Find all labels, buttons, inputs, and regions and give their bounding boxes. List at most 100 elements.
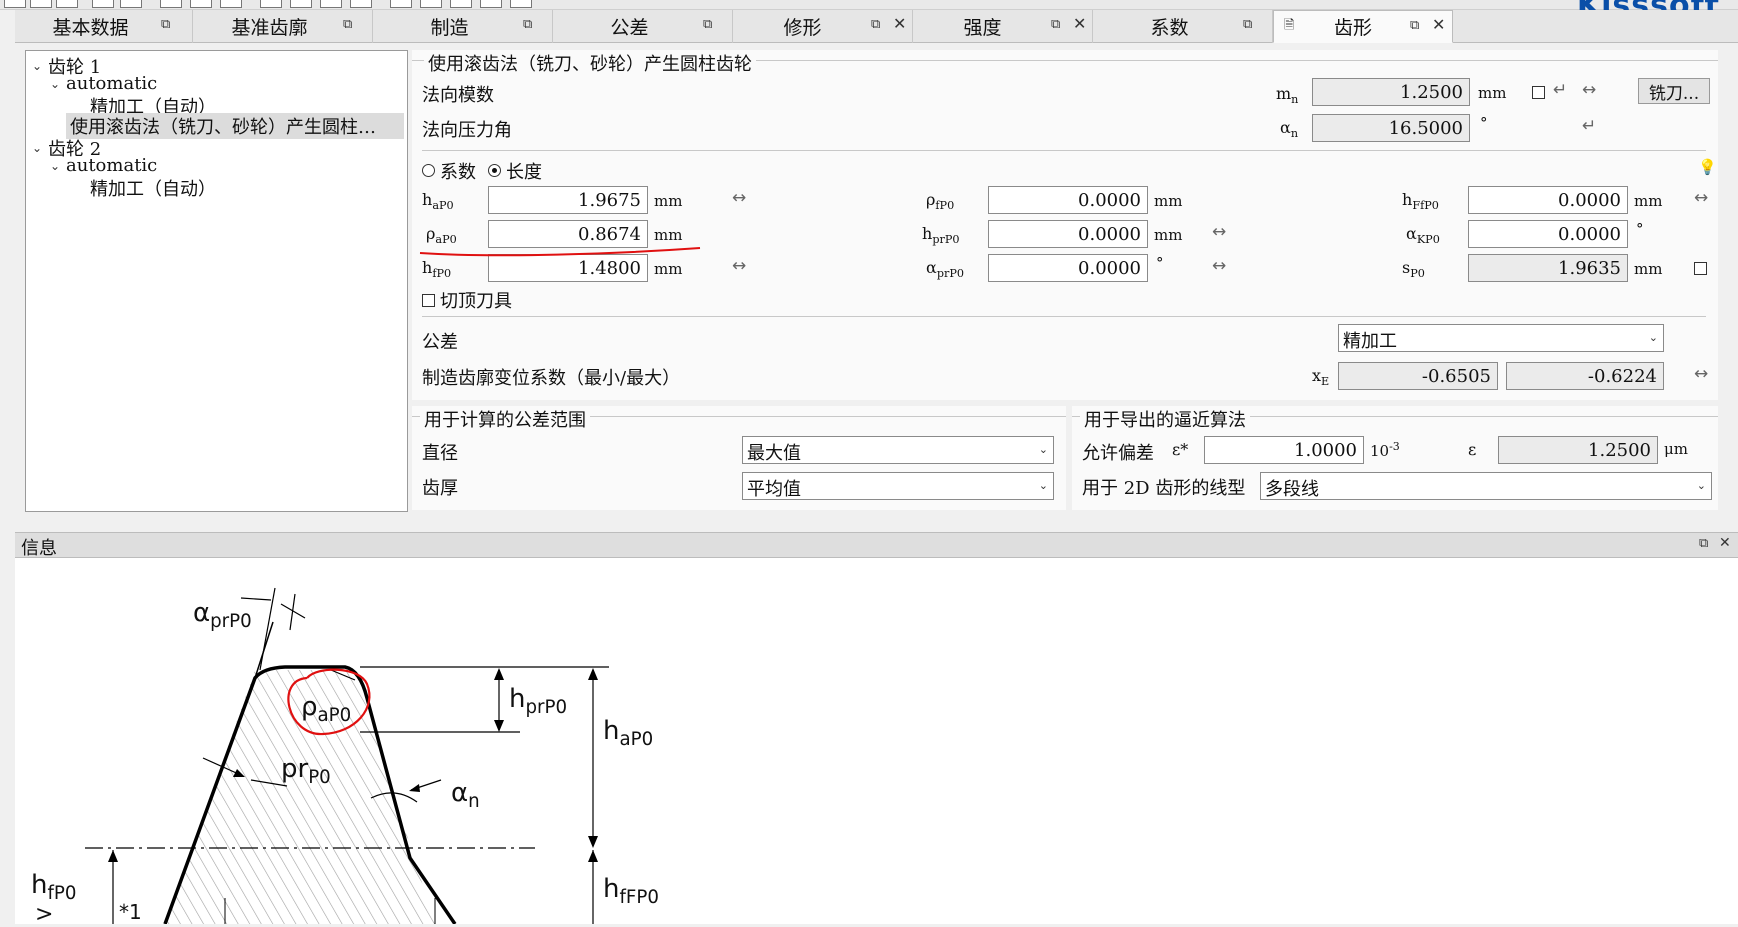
divider <box>422 150 1706 151</box>
toolbar-button-icon[interactable] <box>290 0 312 8</box>
toolbar-button-icon[interactable] <box>190 0 212 8</box>
toolbar-button-icon[interactable] <box>390 0 412 8</box>
tolerance-select[interactable]: 精加工 ⌄ <box>1338 324 1664 352</box>
convert-arrow-icon[interactable]: ↔ <box>1694 188 1708 208</box>
toolbar-button-icon[interactable] <box>92 0 114 8</box>
unit: ° <box>1480 114 1488 132</box>
profile-shift-max-field[interactable]: -0.6224 <box>1506 362 1664 390</box>
hFfP0-field[interactable]: 0.0000 <box>1468 186 1628 214</box>
profile-shift-min-field[interactable]: -0.6505 <box>1338 362 1498 390</box>
float-window-icon[interactable]: ⧉ <box>1051 18 1065 32</box>
toolbar-button-icon[interactable] <box>220 0 242 8</box>
float-window-icon[interactable]: ⧉ <box>1243 18 1257 32</box>
close-icon[interactable]: ✕ <box>1432 17 1446 33</box>
convert-arrow-icon[interactable]: ↔ <box>1694 364 1708 384</box>
tab-manufacturing[interactable]: 制造 ⧉ <box>373 10 553 43</box>
float-window-icon[interactable]: ⧉ <box>161 18 175 32</box>
toolbar-button-icon[interactable] <box>480 0 502 8</box>
convert-arrow-icon[interactable]: ↔ <box>732 256 746 276</box>
tab-label: 强度 <box>963 17 1002 39</box>
rhofP0-field[interactable]: 0.0000 <box>988 186 1148 214</box>
alpha-symbol: αn <box>1280 118 1299 141</box>
toolbar-button-icon[interactable] <box>450 0 472 8</box>
convert-arrow-icon[interactable]: ↔ <box>1582 80 1596 100</box>
info-title: 信息 <box>21 538 57 559</box>
hprP0-field[interactable]: 0.0000 <box>988 220 1148 248</box>
radio-length[interactable] <box>488 164 501 177</box>
close-icon[interactable]: ✕ <box>1073 16 1087 32</box>
module-lock-checkbox[interactable] <box>1532 86 1545 99</box>
tab-tooth-form[interactable]: 🗎 齿形 ⧉ ✕ <box>1273 10 1453 43</box>
toolbar-button-icon[interactable] <box>420 0 442 8</box>
tree-node-automatic[interactable]: ⌄ automatic <box>50 155 157 176</box>
chevron-down-icon[interactable]: ⌄ <box>32 59 48 73</box>
lightbulb-icon[interactable]: 💡 <box>1698 158 1717 176</box>
thickness-select[interactable]: 平均值 ⌄ <box>742 472 1054 500</box>
tree-node-automatic[interactable]: ⌄ automatic <box>50 73 157 94</box>
toolbar-button-icon[interactable] <box>260 0 282 8</box>
toolbar-button-icon[interactable] <box>510 0 532 8</box>
tab-tolerances[interactable]: 公差 ⧉ <box>553 10 733 43</box>
linetype-label: 用于 2D 齿形的线型 <box>1082 478 1246 499</box>
tree-node-finishing[interactable]: 精加工（自动） <box>90 175 216 201</box>
unit: mm <box>1478 84 1507 102</box>
float-window-icon[interactable]: ⧉ <box>1410 19 1424 33</box>
float-window-icon[interactable]: ⧉ <box>871 18 885 32</box>
alphaprP0-field[interactable]: 0.0000 <box>988 254 1148 282</box>
radio-coefficient[interactable] <box>422 164 435 177</box>
tab-basic-data[interactable]: 基本数据 ⧉ <box>15 10 193 43</box>
toolbar-button-icon[interactable] <box>160 0 182 8</box>
tab-modifications[interactable]: 修形 ⧉ ✕ <box>733 10 913 43</box>
pressure-angle-field[interactable]: 16.5000 <box>1312 114 1470 142</box>
info-panel: αprP0 ρaP0 prP0 hprP0 haP0 αn hfP0 > *1 … <box>15 558 1738 927</box>
linetype-select[interactable]: 多段线 ⌄ <box>1260 472 1712 500</box>
sP0-field[interactable]: 1.9635 <box>1468 254 1628 282</box>
radio-coefficient-label: 系数 <box>440 162 476 183</box>
toolbar-button-icon[interactable] <box>30 0 52 8</box>
tab-label: 齿形 <box>1333 17 1372 39</box>
chevron-down-icon[interactable]: ⌄ <box>50 77 66 91</box>
convert-arrow-icon[interactable]: ↔ <box>732 188 746 208</box>
tab-reference-profile[interactable]: 基准齿廓 ⧉ <box>193 10 373 43</box>
chevron-down-icon: ⌄ <box>1038 443 1048 456</box>
toolbar-button-icon[interactable] <box>350 0 372 8</box>
chevron-down-icon[interactable]: ⌄ <box>32 141 48 155</box>
close-icon[interactable]: ✕ <box>1719 535 1731 551</box>
convert-arrow-icon[interactable]: ↔ <box>1212 222 1226 242</box>
toolbar-button-icon[interactable] <box>56 0 78 8</box>
diameter-label: 直径 <box>422 443 458 464</box>
label-alpha-prP0: αprP0 <box>193 598 252 633</box>
diameter-select[interactable]: 最大值 ⌄ <box>742 436 1054 464</box>
label-alpha-n: αn <box>451 778 480 813</box>
alphaKP0-field[interactable]: 0.0000 <box>1468 220 1628 248</box>
close-icon[interactable]: ✕ <box>893 16 907 32</box>
deviation-field[interactable]: 1.0000 <box>1204 436 1364 464</box>
tab-strength[interactable]: 强度 ⧉ ✕ <box>913 10 1093 43</box>
unit: mm <box>654 260 683 278</box>
cutter-button[interactable]: 铣刀... <box>1638 78 1710 104</box>
float-window-icon[interactable]: ⧉ <box>343 18 357 32</box>
chevron-down-icon: ⌄ <box>1696 479 1706 492</box>
tip-relief-checkbox[interactable] <box>422 294 435 307</box>
return-arrow-icon[interactable]: ↵ <box>1553 80 1567 100</box>
float-window-icon[interactable]: ⧉ <box>523 18 537 32</box>
haP0-field[interactable]: 1.9675 <box>488 186 648 214</box>
toolbar-button-icon[interactable] <box>4 0 26 8</box>
toolbar-button-icon[interactable] <box>320 0 342 8</box>
convert-arrow-icon[interactable]: ↔ <box>1212 256 1226 276</box>
sP0-checkbox[interactable] <box>1694 262 1707 275</box>
epsilon-field[interactable]: 1.2500 <box>1498 436 1658 464</box>
tab-label: 基本数据 <box>52 17 129 39</box>
haP0-symbol: haP0 <box>422 190 454 213</box>
tolerance-range-panel: 用于计算的公差范围 直径 最大值 ⌄ 齿厚 平均值 ⌄ <box>412 406 1066 510</box>
float-window-icon[interactable]: ⧉ <box>1699 536 1708 551</box>
return-arrow-icon[interactable]: ↵ <box>1582 116 1596 136</box>
toolbar-button-icon[interactable] <box>120 0 142 8</box>
tree-node-hobbing[interactable]: 使用滚齿法（铣刀、砂轮）产生圆柱… <box>66 113 404 139</box>
label-h-prP0: hprP0 <box>509 684 568 719</box>
normal-module-field[interactable]: 1.2500 <box>1312 78 1470 106</box>
tab-factors[interactable]: 系数 ⧉ <box>1093 10 1273 43</box>
float-window-icon[interactable]: ⧉ <box>703 18 717 32</box>
chevron-down-icon[interactable]: ⌄ <box>50 159 66 173</box>
alphaKP0-symbol: αKP0 <box>1406 224 1440 247</box>
